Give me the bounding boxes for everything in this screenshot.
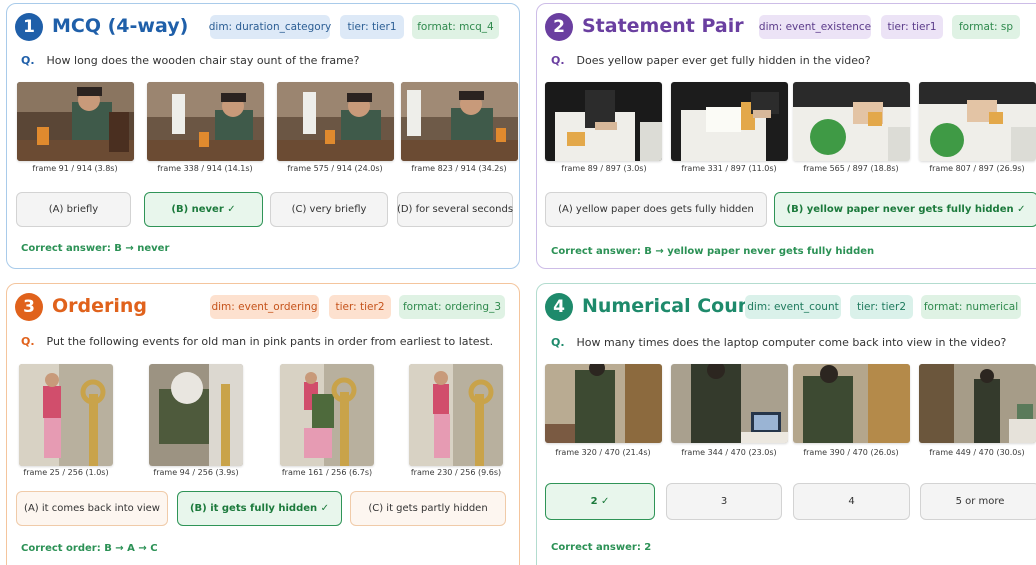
- frame-caption: frame 25 / 256 (1.0s): [23, 468, 109, 477]
- question-text: Does yellow paper ever get fully hidden …: [576, 54, 871, 67]
- video-frame-thumbnail: [793, 364, 910, 443]
- frame-caption: frame 807 / 897 (26.9s): [929, 164, 1025, 173]
- answer-option-a[interactable]: (A) yellow paper does gets fully hidden: [545, 192, 767, 227]
- panel-title: MCQ (4-way): [52, 15, 189, 37]
- statement-pair-panel: 2 Statement Pair dim: event_existence ti…: [536, 3, 1036, 269]
- frame-caption: frame 344 / 470 (23.0s): [681, 448, 777, 457]
- mcq-panel: 1 MCQ (4-way) dim: duration_category tie…: [6, 3, 520, 269]
- panel-number-badge: 4: [545, 293, 573, 321]
- format-tag: format: mcq_4: [412, 15, 499, 39]
- panel-number-badge: 2: [545, 13, 573, 41]
- tier-tag: tier: tier2: [850, 295, 913, 319]
- answer-option-b-correct[interactable]: (B) yellow paper never gets fully hidden…: [774, 192, 1036, 227]
- frame-caption: frame 89 / 897 (3.0s): [561, 164, 647, 173]
- frame-caption: frame 449 / 470 (30.0s): [929, 448, 1025, 457]
- frame-caption: frame 575 / 914 (24.0s): [287, 164, 383, 173]
- panel-number-badge: 3: [15, 293, 43, 321]
- question: Q. How many times does the laptop compute…: [551, 336, 1006, 349]
- video-frame-thumbnail: [671, 364, 788, 443]
- question: Q. Put the following events for old man i…: [21, 335, 493, 348]
- frame-caption: frame 338 / 914 (14.1s): [157, 164, 253, 173]
- correct-order-text: Correct order: B → A → C: [21, 543, 158, 554]
- format-tag: format: numerical: [921, 295, 1021, 319]
- video-frame-thumbnail: [149, 364, 243, 466]
- frame-caption: frame 823 / 914 (34.2s): [411, 164, 507, 173]
- answer-option-b-correct[interactable]: (B) it gets fully hidden ✓: [177, 491, 342, 526]
- video-frame-thumbnail: [147, 82, 264, 161]
- question-marker: Q.: [21, 335, 35, 348]
- question-text: How many times does the laptop computer …: [576, 336, 1007, 349]
- tier-tag: tier: tier1: [881, 15, 943, 39]
- video-frame-thumbnail: [409, 364, 503, 466]
- correct-answer-text: Correct answer: 2: [551, 542, 652, 553]
- panel-title: Ordering: [52, 295, 148, 317]
- question: Q. Does yellow paper ever get fully hidde…: [551, 54, 871, 67]
- panel-title: Statement Pair: [582, 15, 744, 37]
- correct-answer-text: Correct answer: B → yellow paper never g…: [551, 246, 875, 257]
- dimension-tag: dim: event_existence: [759, 15, 871, 39]
- video-frame-thumbnail: [280, 364, 374, 466]
- video-frame-thumbnail: [17, 82, 134, 161]
- video-frame-thumbnail: [671, 82, 788, 161]
- frame-caption: frame 94 / 256 (3.9s): [153, 468, 239, 477]
- video-frame-thumbnail: [19, 364, 113, 466]
- question-marker: Q.: [551, 54, 565, 67]
- format-tag: format: sp: [952, 15, 1020, 39]
- question-marker: Q.: [551, 336, 565, 349]
- format-tag: format: ordering_3: [399, 295, 505, 319]
- ordering-panel: 3 Ordering dim: event_ordering tier: tie…: [6, 283, 520, 565]
- dimension-tag: dim: event_count: [745, 295, 841, 319]
- frame-caption: frame 320 / 470 (21.4s): [555, 448, 651, 457]
- dimension-tag: dim: event_ordering: [210, 295, 319, 319]
- correct-answer-text: Correct answer: B → never: [21, 243, 170, 254]
- tier-tag: tier: tier2: [329, 295, 391, 319]
- video-frame-thumbnail: [919, 82, 1036, 161]
- frame-caption: frame 565 / 897 (18.8s): [803, 164, 899, 173]
- answer-option-d[interactable]: (D) for several seconds: [397, 192, 513, 227]
- question-text: How long does the wooden chair stay ount…: [46, 54, 360, 67]
- answer-option-a[interactable]: (A) briefly: [16, 192, 131, 227]
- video-frame-thumbnail: [919, 364, 1036, 443]
- question-text: Put the following events for old man in …: [46, 335, 494, 348]
- video-frame-thumbnail: [545, 364, 662, 443]
- question: Q. How long does the wooden chair stay ou…: [21, 54, 359, 67]
- frame-caption: frame 230 / 256 (9.6s): [410, 468, 502, 477]
- answer-option-a[interactable]: (A) it comes back into view: [16, 491, 168, 526]
- numerical-count-panel: 4 Numerical Count dim: event_count tier:…: [536, 283, 1036, 565]
- frame-caption: frame 91 / 914 (3.8s): [32, 164, 118, 173]
- video-frame-thumbnail: [277, 82, 394, 161]
- panel-number-badge: 1: [15, 13, 43, 41]
- question-marker: Q.: [21, 54, 35, 67]
- frame-caption: frame 161 / 256 (6.7s): [281, 468, 373, 477]
- video-frame-thumbnail: [401, 82, 518, 161]
- answer-option-c[interactable]: (C) very briefly: [270, 192, 388, 227]
- video-frame-thumbnail: [793, 82, 910, 161]
- answer-option-2-correct[interactable]: 2 ✓: [545, 483, 655, 520]
- answer-option-4[interactable]: 4: [793, 483, 910, 520]
- answer-option-b-correct[interactable]: (B) never ✓: [144, 192, 263, 227]
- frame-caption: frame 390 / 470 (26.0s): [803, 448, 899, 457]
- panel-title: Numerical Count: [582, 295, 761, 317]
- video-frame-thumbnail: [545, 82, 662, 161]
- tier-tag: tier: tier1: [340, 15, 404, 39]
- answer-option-c[interactable]: (C) it gets partly hidden: [350, 491, 506, 526]
- dimension-tag: dim: duration_category: [209, 15, 331, 39]
- frame-caption: frame 331 / 897 (11.0s): [681, 164, 777, 173]
- answer-option-3[interactable]: 3: [666, 483, 782, 520]
- answer-option-5-or-more[interactable]: 5 or more: [920, 483, 1036, 520]
